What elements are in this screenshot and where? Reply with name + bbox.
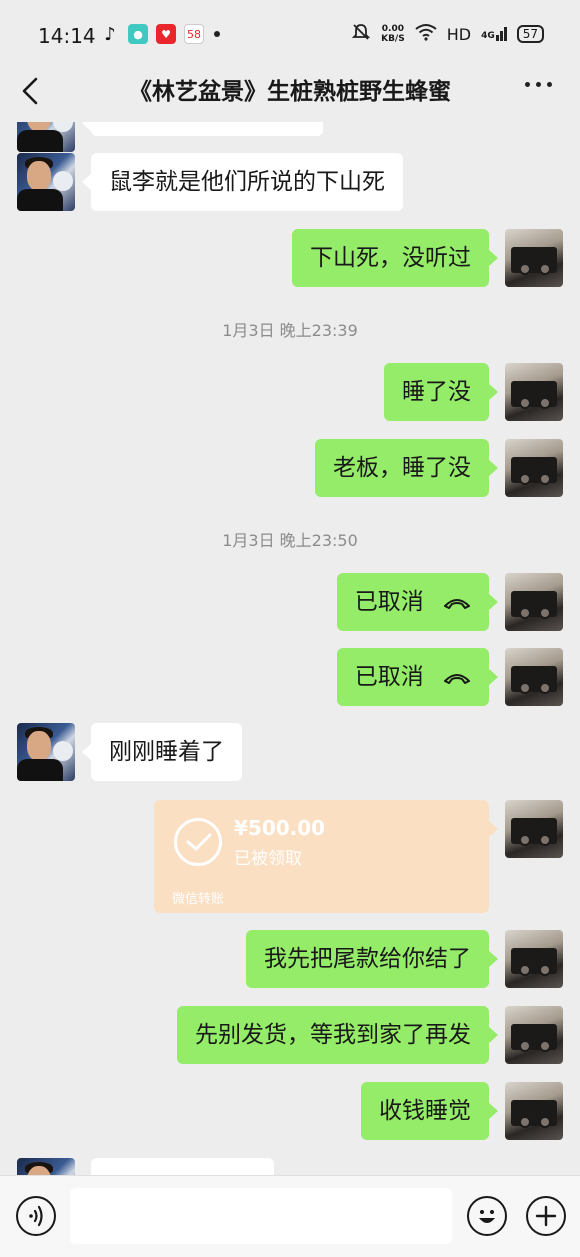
- heart-app-icon: ♥: [156, 24, 176, 44]
- contact-avatar[interactable]: [17, 1158, 75, 1175]
- message-bubble[interactable]: 鼠李就是他们所说的下山死: [82, 153, 403, 211]
- more-dot-icon: [547, 82, 552, 87]
- more-functions-button[interactable]: [526, 1196, 566, 1236]
- my-avatar[interactable]: [505, 930, 563, 988]
- call-status-text: 已取消: [354, 589, 424, 615]
- transfer-status: 已被领取: [234, 849, 302, 869]
- chat-header: 《林艺盆景》生桩熟桩野生蜂蜜: [0, 70, 580, 122]
- tiktok-icon: ♪: [104, 23, 116, 45]
- message-bubble[interactable]: 老板，睡了没: [315, 439, 498, 497]
- transfer-amount: ¥500.00: [234, 816, 326, 840]
- contact-avatar[interactable]: [17, 153, 75, 211]
- chat-app-icon: ●: [128, 24, 148, 44]
- more-dot-icon: [525, 82, 530, 87]
- message-bubble[interactable]: 刚刚睡着了: [82, 723, 242, 781]
- contact-avatar[interactable]: [17, 122, 75, 152]
- signal-4g-icon: 4G: [481, 27, 507, 41]
- my-avatar[interactable]: [505, 648, 563, 706]
- battery-indicator: 57: [516, 25, 544, 43]
- status-indicators: 0.00 KB/S HD 4G 57: [351, 22, 544, 46]
- my-avatar[interactable]: [505, 439, 563, 497]
- hangup-icon: [444, 673, 470, 684]
- call-status-text: 已取消: [354, 664, 424, 690]
- status-app-icons: ♪ ● ♥ 58: [100, 23, 220, 45]
- my-avatar[interactable]: [505, 1082, 563, 1140]
- message-list[interactable]: 鼠李就是他们所说的下山死 下山死，没听过 1月3日 晚上23:39 睡了没 老板…: [0, 122, 580, 1175]
- my-avatar[interactable]: [505, 800, 563, 858]
- my-avatar[interactable]: [505, 229, 563, 287]
- message-bubble-partial[interactable]: [91, 1158, 274, 1175]
- transfer-card[interactable]: ¥500.00 已被领取 微信转账: [154, 800, 498, 913]
- message-timestamp: 1月3日 晚上23:39: [222, 321, 358, 340]
- message-bubble-partial[interactable]: [82, 122, 323, 136]
- my-avatar[interactable]: [505, 363, 563, 421]
- hangup-icon: [444, 598, 470, 609]
- hd-label: HD: [446, 24, 472, 44]
- message-bubble[interactable]: 收钱睡觉: [361, 1082, 498, 1140]
- app-58-icon: 58: [184, 24, 204, 44]
- input-bar: [0, 1175, 580, 1257]
- more-dot-icon: [536, 82, 541, 87]
- network-speed: 0.00 KB/S: [381, 24, 405, 44]
- check-circle-icon: [174, 818, 222, 866]
- emoji-button[interactable]: [467, 1196, 507, 1236]
- chat-title: 《林艺盆景》生桩熟桩野生蜂蜜: [129, 79, 451, 105]
- call-record-bubble[interactable]: 已取消: [336, 573, 499, 631]
- message-input[interactable]: [70, 1188, 452, 1244]
- contact-avatar[interactable]: [17, 723, 75, 781]
- voice-input-button[interactable]: [16, 1196, 56, 1236]
- voice-icon: [29, 1205, 43, 1227]
- more-options-button[interactable]: [525, 82, 552, 87]
- network-speed-unit: KB/S: [381, 34, 405, 44]
- my-avatar[interactable]: [505, 573, 563, 631]
- mute-bell-icon: [351, 22, 371, 46]
- network-speed-value: 0.00: [381, 24, 404, 34]
- message-bubble[interactable]: 下山死，没听过: [292, 229, 498, 287]
- my-avatar[interactable]: [505, 1006, 563, 1064]
- call-record-bubble[interactable]: 已取消: [336, 648, 499, 706]
- emoji-icon: [479, 1210, 495, 1223]
- message-bubble[interactable]: 我先把尾款给你结了: [246, 930, 498, 988]
- status-bar: 14:14 ♪ ● ♥ 58 0.00 KB/S HD 4G 57: [0, 0, 580, 70]
- status-time: 14:14: [38, 24, 96, 48]
- transfer-source-label: 微信转账: [172, 892, 225, 907]
- message-timestamp: 1月3日 晚上23:50: [222, 531, 358, 550]
- plus-icon: [535, 1205, 557, 1227]
- network-type-label: 4G: [481, 31, 495, 41]
- message-bubble[interactable]: 先别发货，等我到家了再发: [177, 1006, 498, 1064]
- wifi-icon: [415, 23, 437, 45]
- message-bubble[interactable]: 睡了没: [384, 363, 498, 421]
- more-notifications-dot-icon: [214, 31, 220, 37]
